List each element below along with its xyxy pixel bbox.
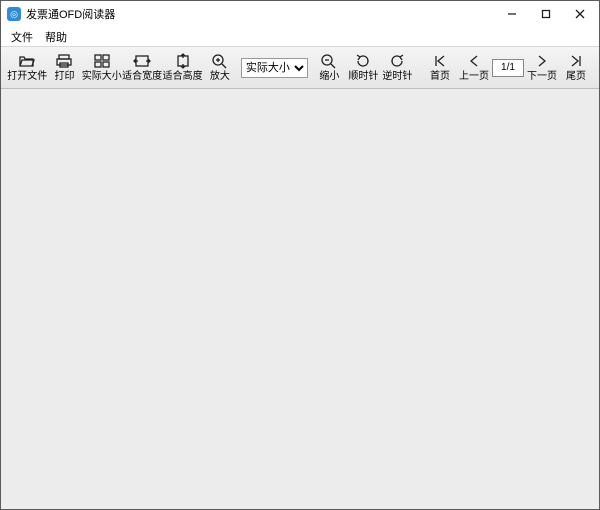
- minimize-icon: [507, 9, 517, 19]
- toolbar: 打开文件 打印 实际大小 适合宽度 适合高度: [1, 47, 599, 89]
- next-page-icon: [533, 52, 551, 70]
- close-icon: [575, 9, 585, 19]
- app-window: ◎ 发票通OFD阅读器 文件 帮助 打开文件: [0, 0, 600, 510]
- window-controls: [495, 3, 597, 25]
- fit-height-label: 适合高度: [163, 71, 203, 83]
- last-page-button[interactable]: 尾页: [559, 48, 593, 88]
- prev-page-icon: [465, 52, 483, 70]
- rotate-ccw-button[interactable]: 逆时针: [380, 48, 414, 88]
- actual-size-button[interactable]: 实际大小: [81, 48, 121, 88]
- zoom-out-label: 缩小: [319, 71, 339, 83]
- print-button[interactable]: 打印: [47, 48, 81, 88]
- rotate-cw-label: 顺时针: [348, 71, 378, 83]
- prev-page-button[interactable]: 上一页: [457, 48, 491, 88]
- first-page-button[interactable]: 首页: [423, 48, 457, 88]
- rotate-cw-icon: [354, 52, 372, 70]
- print-label: 打印: [54, 71, 74, 83]
- last-page-icon: [567, 52, 585, 70]
- folder-open-icon: [18, 52, 36, 70]
- first-page-label: 首页: [430, 71, 450, 83]
- menu-bar: 文件 帮助: [1, 27, 599, 47]
- rotate-ccw-label: 逆时针: [382, 71, 412, 83]
- last-page-label: 尾页: [566, 71, 586, 83]
- actual-size-icon: [93, 52, 111, 70]
- next-page-button[interactable]: 下一页: [525, 48, 559, 88]
- zoom-out-icon: [320, 52, 338, 70]
- fit-width-button[interactable]: 适合宽度: [122, 48, 162, 88]
- page-number-input[interactable]: [492, 59, 524, 77]
- maximize-icon: [541, 9, 551, 19]
- fit-height-icon: [174, 52, 192, 70]
- zoom-in-icon: [211, 52, 229, 70]
- title-bar: ◎ 发票通OFD阅读器: [1, 1, 599, 27]
- menu-help[interactable]: 帮助: [39, 27, 73, 47]
- rotate-ccw-icon: [388, 52, 406, 70]
- zoom-out-button[interactable]: 缩小: [312, 48, 346, 88]
- document-viewport: [1, 89, 599, 509]
- rotate-cw-button[interactable]: 顺时针: [346, 48, 380, 88]
- zoom-level-select[interactable]: 实际大小: [241, 58, 309, 78]
- open-file-label: 打开文件: [7, 71, 47, 83]
- actual-size-label: 实际大小: [82, 71, 122, 83]
- open-file-button[interactable]: 打开文件: [7, 48, 47, 88]
- prev-page-label: 上一页: [459, 71, 489, 83]
- fit-width-icon: [133, 52, 151, 70]
- zoom-in-button[interactable]: 放大: [203, 48, 237, 88]
- close-button[interactable]: [563, 3, 597, 25]
- fit-width-label: 适合宽度: [122, 71, 162, 83]
- next-page-label: 下一页: [527, 71, 557, 83]
- menu-file[interactable]: 文件: [5, 27, 39, 47]
- print-icon: [55, 52, 73, 70]
- first-page-icon: [431, 52, 449, 70]
- zoom-in-label: 放大: [210, 71, 230, 83]
- maximize-button[interactable]: [529, 3, 563, 25]
- app-icon: ◎: [7, 7, 21, 21]
- window-title: 发票通OFD阅读器: [26, 6, 495, 22]
- minimize-button[interactable]: [495, 3, 529, 25]
- fit-height-button[interactable]: 适合高度: [162, 48, 202, 88]
